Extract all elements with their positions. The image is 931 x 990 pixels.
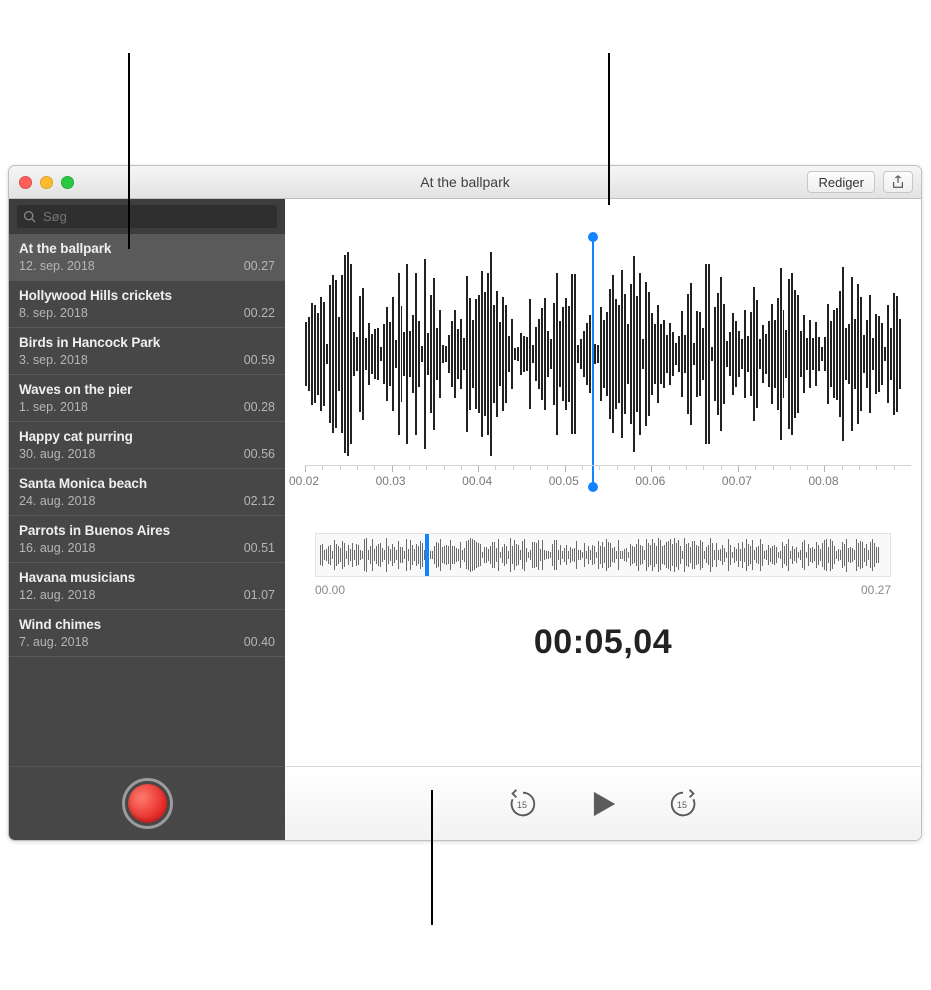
overview-playhead[interactable] [425, 533, 429, 577]
tick-label: 00.03 [376, 474, 406, 488]
recording-date: 7. aug. 2018 [19, 635, 89, 649]
playhead[interactable] [592, 237, 594, 487]
timecode-display: 00:05,04 [315, 623, 891, 662]
recording-item[interactable]: Birds in Hancock Park 3. sep. 2018 00.59 [9, 328, 285, 375]
playback-controls: 15 15 [285, 766, 921, 840]
waveform-overview[interactable] [315, 533, 891, 577]
callout-line [608, 53, 610, 205]
recording-duration: 00.28 [244, 400, 275, 414]
zoom-window-button[interactable] [61, 176, 74, 189]
recording-item[interactable]: Parrots in Buenos Aires 16. aug. 2018 00.5… [9, 516, 285, 563]
recording-item[interactable]: Havana musicians 12. aug. 2018 01.07 [9, 563, 285, 610]
edit-button[interactable]: Rediger [807, 171, 875, 193]
recording-date: 12. sep. 2018 [19, 259, 95, 273]
recording-date: 24. aug. 2018 [19, 494, 95, 508]
search-input[interactable] [17, 205, 277, 228]
recording-item[interactable]: At the ballpark 12. sep. 2018 00.27 [9, 234, 285, 281]
overview-end-label: 00.27 [861, 583, 891, 597]
recording-duration: 00.27 [244, 259, 275, 273]
record-icon [128, 784, 167, 823]
tick-label: 00.08 [808, 474, 838, 488]
close-window-button[interactable] [19, 176, 32, 189]
recording-title: Santa Monica beach [19, 476, 275, 491]
tick-label: 00.07 [722, 474, 752, 488]
waveform-zoom-view[interactable]: 00.02 00.03 00.04 00.05 00.06 00.07 00.08 [285, 199, 921, 497]
recording-item[interactable]: Wind chimes 7. aug. 2018 00.40 [9, 610, 285, 657]
recording-date: 8. sep. 2018 [19, 306, 88, 320]
recording-duration: 00.51 [244, 541, 275, 555]
main-panel: 00.02 00.03 00.04 00.05 00.06 00.07 00.08 00.0… [285, 199, 921, 840]
play-icon [585, 785, 621, 821]
timeline-ruler: 00.0200.0300.0400.0500.0600.0700.08 [305, 465, 911, 497]
skip-back-button[interactable]: 15 [505, 786, 541, 822]
recordings-list: At the ballpark 12. sep. 2018 00.27 Hollywo… [9, 234, 285, 766]
recording-title: At the ballpark [19, 241, 275, 256]
traffic-lights [19, 176, 74, 189]
recording-date: 1. sep. 2018 [19, 400, 88, 414]
recording-date: 3. sep. 2018 [19, 353, 88, 367]
recording-title: Waves on the pier [19, 382, 275, 397]
recording-duration: 02.12 [244, 494, 275, 508]
tick-label: 00.06 [635, 474, 665, 488]
recording-item[interactable]: Hollywood Hills crickets 8. sep. 2018 00.2… [9, 281, 285, 328]
recording-duration: 00.56 [244, 447, 275, 461]
recording-title: Havana musicians [19, 570, 275, 585]
recording-duration: 00.22 [244, 306, 275, 320]
share-icon [891, 175, 905, 189]
recording-title: Hollywood Hills crickets [19, 288, 275, 303]
sidebar: At the ballpark 12. sep. 2018 00.27 Hollywo… [9, 199, 285, 840]
tick-label: 00.05 [549, 474, 579, 488]
tick-label: 00.02 [289, 474, 319, 488]
callout-line [128, 53, 130, 249]
window-title: At the ballpark [9, 174, 921, 190]
share-button[interactable] [883, 171, 913, 193]
recording-duration: 01.07 [244, 588, 275, 602]
recording-date: 16. aug. 2018 [19, 541, 95, 555]
recording-item[interactable]: Happy cat purring 30. aug. 2018 00.56 [9, 422, 285, 469]
recording-title: Wind chimes [19, 617, 275, 632]
recording-duration: 00.59 [244, 353, 275, 367]
skip-forward-button[interactable]: 15 [665, 786, 701, 822]
overview-start-label: 00.00 [315, 583, 345, 597]
recording-item[interactable]: Santa Monica beach 24. aug. 2018 02.12 [9, 469, 285, 516]
record-button[interactable] [122, 778, 173, 829]
callout-line [431, 790, 433, 925]
tick-label: 00.04 [462, 474, 492, 488]
minimize-window-button[interactable] [40, 176, 53, 189]
recording-title: Birds in Hancock Park [19, 335, 275, 350]
recording-date: 30. aug. 2018 [19, 447, 95, 461]
recording-title: Happy cat purring [19, 429, 275, 444]
recording-title: Parrots in Buenos Aires [19, 523, 275, 538]
play-button[interactable] [585, 786, 621, 822]
recording-duration: 00.40 [244, 635, 275, 649]
search-icon [23, 210, 36, 223]
app-window: At the ballpark Rediger At the ballpark 1… [8, 165, 922, 841]
recording-item[interactable]: Waves on the pier 1. sep. 2018 00.28 [9, 375, 285, 422]
titlebar: At the ballpark Rediger [9, 166, 921, 199]
recording-date: 12. aug. 2018 [19, 588, 95, 602]
